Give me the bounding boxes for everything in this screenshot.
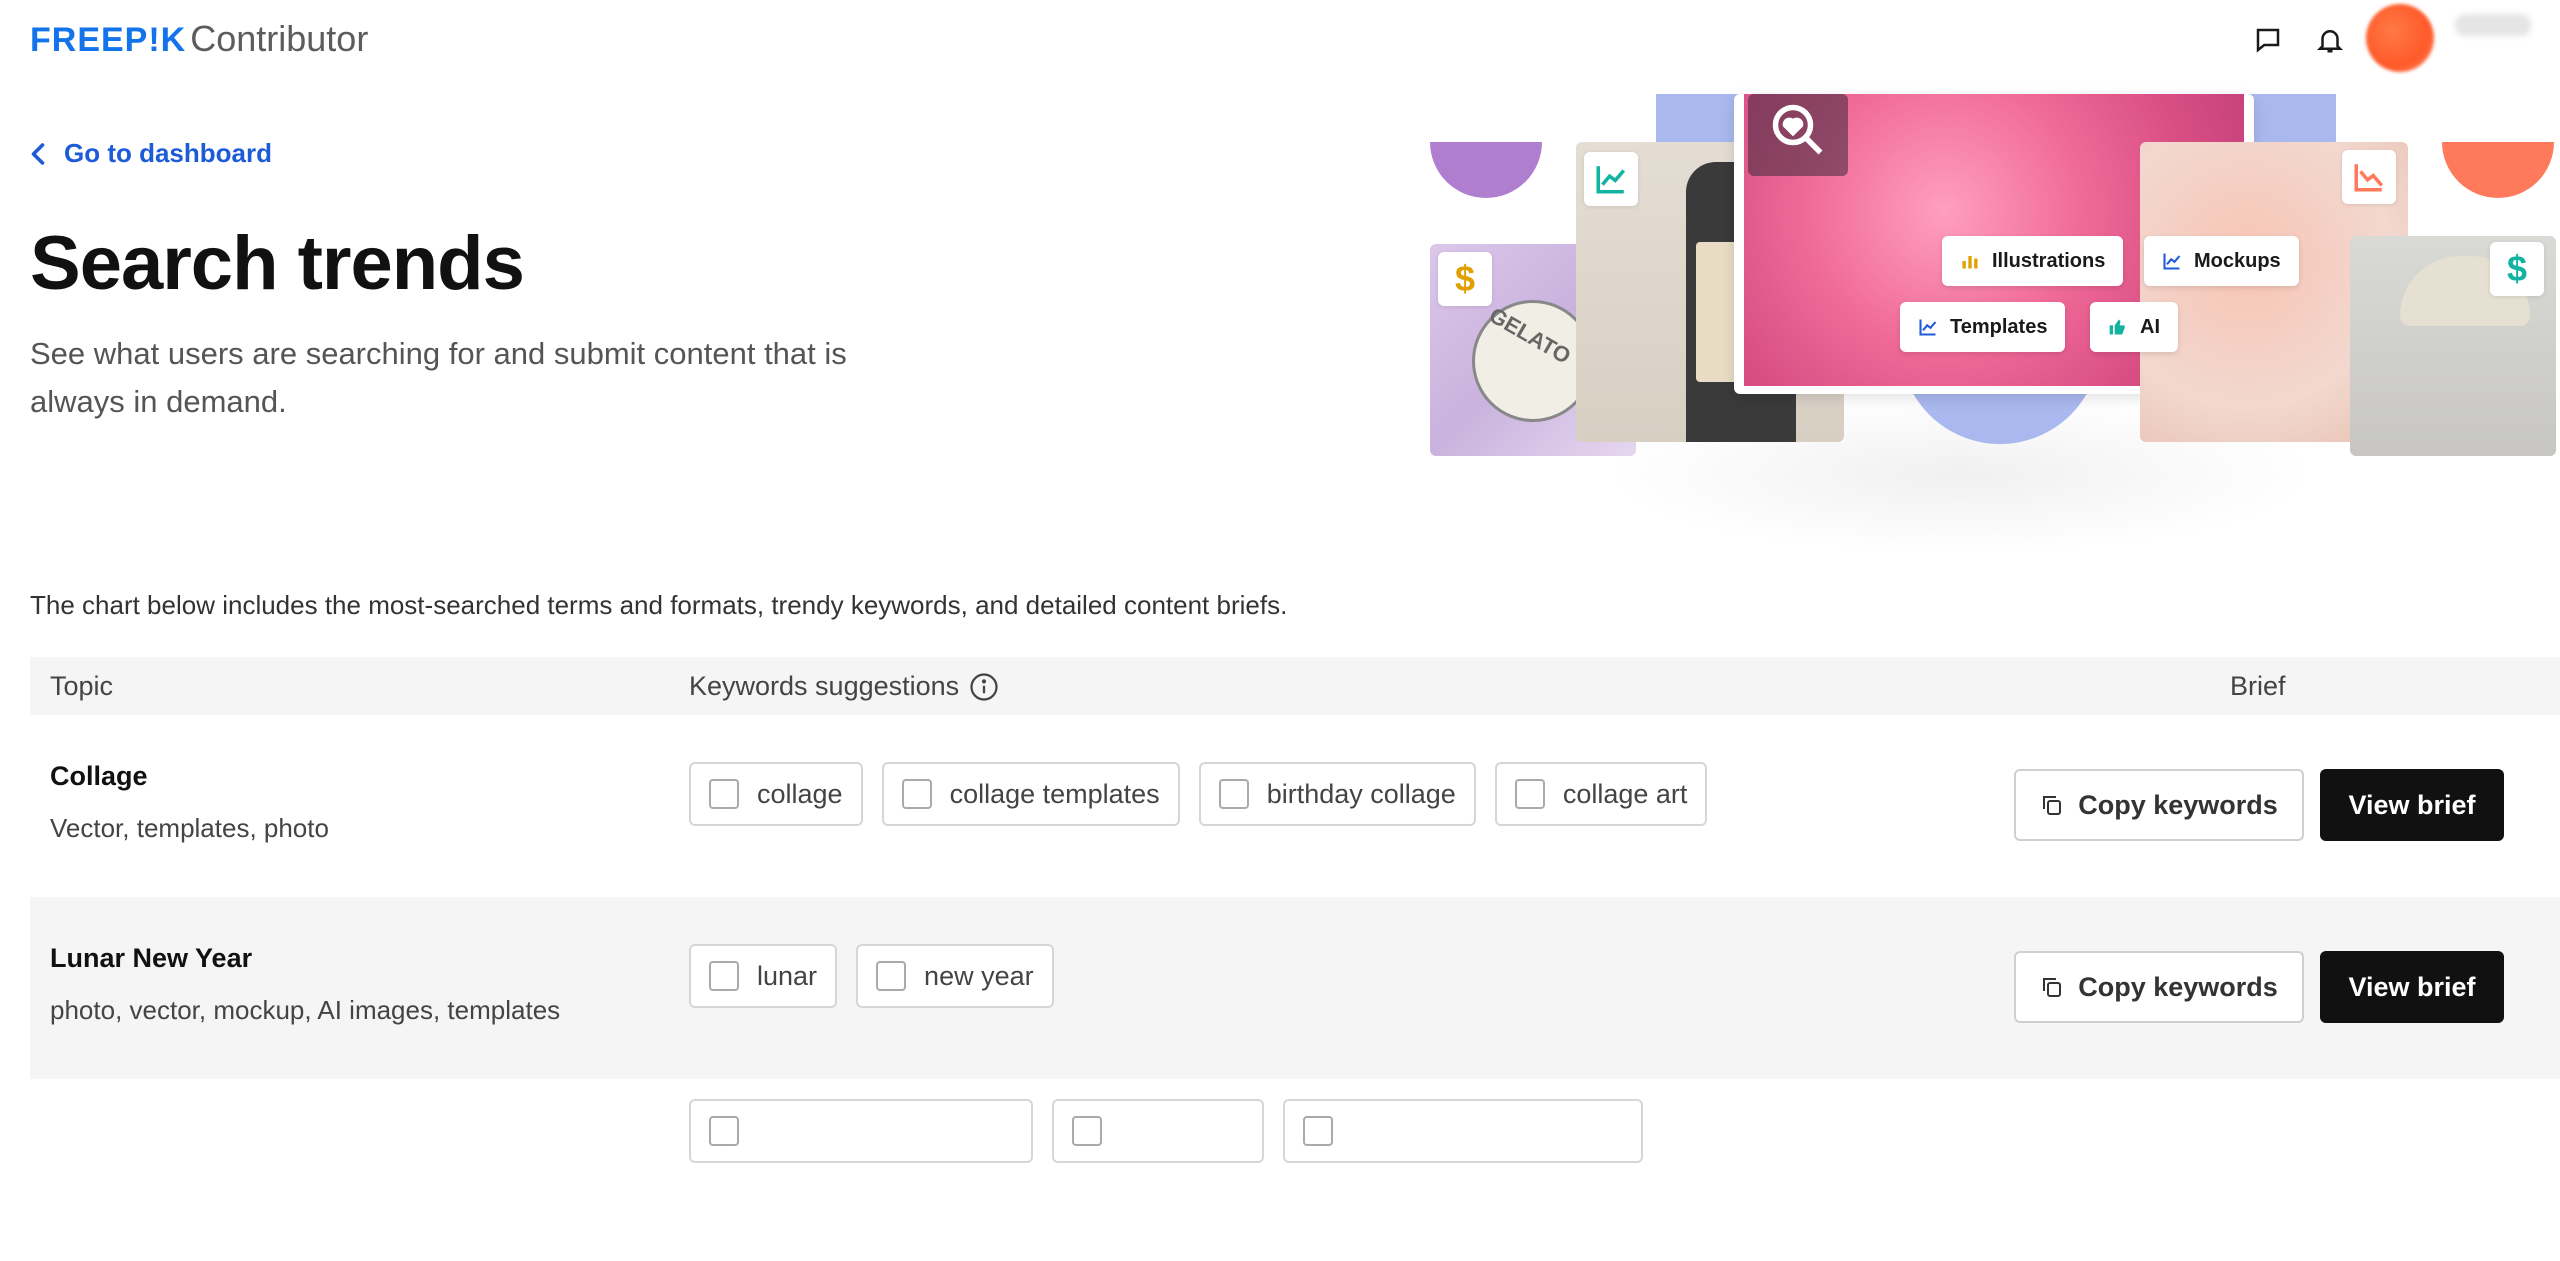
dollar-icon: $ xyxy=(1438,252,1492,306)
gelato-badge-text: GELATO xyxy=(1485,302,1576,369)
user-avatar[interactable] xyxy=(2366,4,2434,72)
top-bar: FREEP!K Contributor xyxy=(0,0,2560,80)
chip-templates-label: Templates xyxy=(1950,315,2048,338)
copy-keywords-button[interactable]: Copy keywords xyxy=(2014,951,2304,1023)
checkbox-icon[interactable] xyxy=(1218,779,1249,809)
bar-chart-icon xyxy=(1962,256,1978,269)
freepik-contributor-logo[interactable]: FREEP!K Contributor xyxy=(30,18,368,60)
topic-title: Lunar New Year xyxy=(50,943,253,973)
info-icon[interactable] xyxy=(969,672,999,702)
header-brief: Brief xyxy=(2230,671,2286,701)
topic-title: Collage xyxy=(50,761,148,791)
checkbox-icon[interactable] xyxy=(709,1116,739,1146)
table-row: Lunar New Year photo, vector, mockup, AI… xyxy=(30,897,2560,1079)
bell-icon[interactable] xyxy=(2310,20,2350,60)
copy-keywords-label: Copy keywords xyxy=(2078,789,2278,820)
search-heart-icon xyxy=(1772,104,1823,155)
table-row-partial xyxy=(30,1079,2560,1261)
table-header: Topic Keywords suggestions Brief xyxy=(30,657,2560,715)
header-keywords-label: Keywords suggestions xyxy=(689,671,960,701)
keyword-label: collage xyxy=(757,778,843,809)
keyword-checkbox[interactable]: new year xyxy=(856,944,1054,1008)
header-topic: Topic xyxy=(50,671,114,701)
purple-semicircle xyxy=(1430,142,1542,198)
user-name-blurred[interactable] xyxy=(2455,14,2531,36)
hero-collage: GELATO $ $ Illustrations Mockups Templat… xyxy=(1420,94,2560,594)
chip-ai: AI xyxy=(2090,302,2178,352)
keyword-label: lunar xyxy=(757,960,818,991)
keyword-label: new year xyxy=(924,960,1034,991)
go-to-dashboard-link[interactable]: Go to dashboard xyxy=(30,138,272,169)
checkbox-icon[interactable] xyxy=(1514,779,1545,809)
keyword-list: lunar new year xyxy=(689,944,1054,1008)
topic-formats: Vector, templates, photo xyxy=(50,813,329,843)
copy-keywords-label: Copy keywords xyxy=(2078,971,2278,1002)
checkbox-icon[interactable] xyxy=(1303,1116,1333,1146)
thumbs-up-icon xyxy=(2109,319,2125,335)
page-subtitle: See what users are searching for and sub… xyxy=(30,336,847,419)
keyword-label: collage templates xyxy=(949,778,1160,809)
line-chart-icon xyxy=(1919,319,1937,336)
checkbox-icon[interactable] xyxy=(901,779,932,809)
chat-icon[interactable] xyxy=(2248,20,2288,60)
topic-formats: photo, vector, mockup, AI images, templa… xyxy=(50,995,561,1025)
keyword-checkbox[interactable]: birthday collage xyxy=(1198,762,1476,826)
keyword-label: collage art xyxy=(1562,778,1688,809)
trends-table: Topic Keywords suggestions Brief Collage… xyxy=(30,657,2560,1261)
chevron-left-icon xyxy=(31,142,45,165)
keyword-checkbox[interactable]: collage art xyxy=(1494,762,1708,826)
coral-semicircle xyxy=(2442,142,2554,198)
page-title: Search trends xyxy=(30,221,525,306)
intro-text: The chart below includes the most-search… xyxy=(30,590,1288,620)
trend-down-icon xyxy=(2342,150,2396,204)
view-brief-button[interactable]: View brief xyxy=(2320,951,2504,1023)
keyword-list: collage collage templates birthday colla… xyxy=(689,762,1708,826)
keyword-checkbox[interactable]: collage xyxy=(689,762,863,826)
keyword-checkbox[interactable] xyxy=(689,1099,1033,1163)
keyword-checkbox[interactable]: lunar xyxy=(689,944,838,1008)
keyword-list xyxy=(689,1099,1643,1163)
chip-mockups-label: Mockups xyxy=(2194,249,2281,272)
checkbox-icon[interactable] xyxy=(1072,1116,1102,1146)
checkbox-icon[interactable] xyxy=(876,961,907,991)
chip-templates: Templates xyxy=(1900,302,2066,352)
copy-keywords-button[interactable]: Copy keywords xyxy=(2014,769,2304,841)
keyword-checkbox[interactable]: collage templates xyxy=(881,762,1180,826)
chip-ai-label: AI xyxy=(2140,315,2160,338)
trend-up-icon xyxy=(1584,152,1638,206)
view-brief-label: View brief xyxy=(2348,971,2476,1002)
copy-icon xyxy=(2043,796,2062,815)
dollar-teal-icon: $ xyxy=(2490,242,2544,296)
chip-illustrations-label: Illustrations xyxy=(1992,249,2106,272)
checkbox-icon[interactable] xyxy=(709,779,739,809)
keyword-checkbox[interactable] xyxy=(1052,1099,1264,1163)
line-chart-icon xyxy=(2163,253,2181,270)
view-brief-button[interactable]: View brief xyxy=(2320,769,2504,841)
view-brief-label: View brief xyxy=(2348,789,2476,820)
checkbox-icon[interactable] xyxy=(709,961,739,991)
logo-product-text: Contributor xyxy=(190,18,369,59)
copy-icon xyxy=(2043,978,2062,997)
go-to-dashboard-label: Go to dashboard xyxy=(64,138,272,168)
chip-mockups: Mockups xyxy=(2144,236,2299,286)
table-row: Collage Vector, templates, photo collage… xyxy=(30,715,2560,897)
keyword-checkbox[interactable] xyxy=(1283,1099,1643,1163)
header-keywords: Keywords suggestions xyxy=(689,671,999,702)
logo-brand-text: FREEP!K xyxy=(30,21,187,59)
keyword-label: birthday collage xyxy=(1266,778,1456,809)
chip-illustrations: Illustrations xyxy=(1942,236,2124,286)
search-heart-badge xyxy=(1748,94,1848,176)
